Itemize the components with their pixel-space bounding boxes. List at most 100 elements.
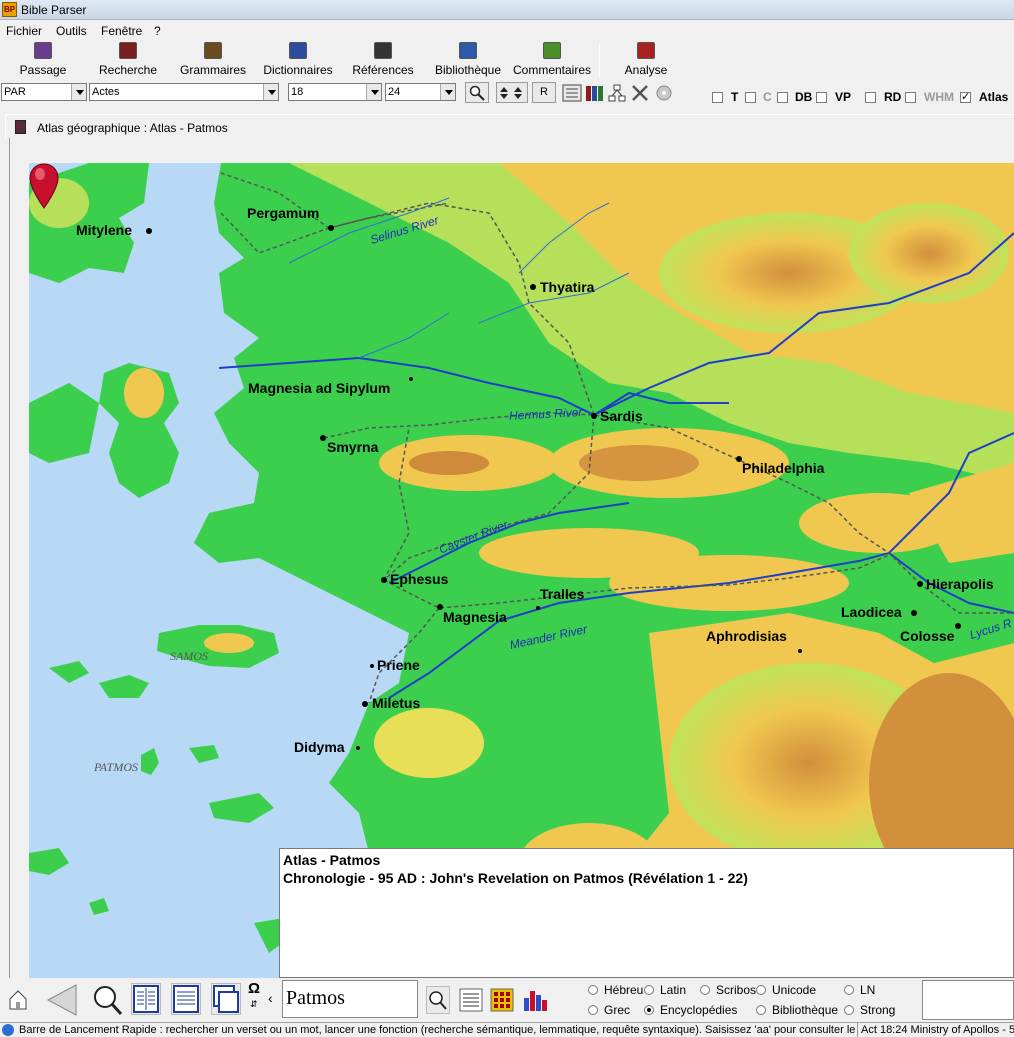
city-label: Sardis [600,408,643,424]
radio-hebreu[interactable] [588,985,598,995]
radio-encyclopedies[interactable] [644,1005,654,1015]
checkbox-rd-label: RD [884,90,902,104]
bibliotheque-label: Bibliothèque [434,63,502,77]
version-combo[interactable]: PAR [1,83,87,101]
passage-button[interactable]: Passage [14,42,72,78]
radio-grec[interactable] [588,1005,598,1015]
prev-next-spinner[interactable] [496,82,528,103]
atlas-window-title: Atlas géographique : Atlas - Patmos [37,121,228,135]
chevron-down-icon[interactable] [71,84,86,100]
commentaires-button[interactable]: Commentaires [511,42,593,78]
city-label: Colosse [900,628,955,644]
radio-ln-label: LN [860,983,876,997]
bibliotheque-button[interactable]: Bibliothèque [431,42,505,78]
chapter-combo[interactable]: 18 [288,83,382,101]
tool-icons-strip [562,84,672,102]
location-pin-icon[interactable] [29,163,59,209]
checkbox-atlas[interactable] [960,90,971,103]
menu-fichier[interactable]: Fichier [6,24,42,38]
radio-bibliotheque[interactable] [756,1005,766,1015]
text-grid-icon[interactable] [459,988,483,1012]
home-button[interactable] [6,983,32,1015]
zoom-button[interactable] [92,983,124,1016]
chevron-down-icon[interactable] [366,84,381,100]
chevron-down-icon[interactable] [263,84,278,100]
view-windows-button[interactable] [211,983,241,1015]
chevron-down-icon[interactable] [440,84,455,100]
status-divider [857,1023,858,1037]
checkbox-db[interactable] [777,92,788,103]
checkbox-vp[interactable] [816,92,827,103]
bible-parser-icon: BP [2,2,17,17]
city-label: Mitylene [76,222,133,238]
selector-bar: PAR Actes 18 24 R [0,80,1014,106]
analyse-label: Analyse [624,63,668,77]
version-value: PAR [4,86,26,98]
checkbox-t[interactable] [712,92,723,103]
checkbox-rd[interactable] [865,92,876,103]
secondary-input[interactable] [922,980,1014,1020]
radio-strong[interactable] [844,1005,854,1015]
radio-ln[interactable] [844,985,854,995]
magnifier-icon [429,991,447,1010]
city-label: Pergamum [247,205,320,221]
columns-icon[interactable] [562,84,582,102]
chronology-link[interactable]: Chronologie - 95 AD : John's Revelation … [283,870,748,886]
patmos-island [141,748,159,775]
home-icon [9,990,27,1010]
swap-icon[interactable]: ⇵ [250,999,258,1010]
radio-latin-label: Latin [660,983,687,997]
checkbox-t-label: T [731,90,739,104]
atlas-info-panel[interactable]: Atlas - Patmos Chronologie - 95 AD : Joh… [279,848,1014,978]
main-toolbar: Passage Recherche Grammaires Dictionnair… [0,40,1014,80]
verse-value: 24 [388,86,401,98]
go-search-button[interactable] [465,82,489,103]
checkbox-c[interactable] [745,92,756,103]
view-two-columns-button[interactable] [131,983,161,1015]
city-label: Aphrodisias [706,628,787,644]
bar-chart-icon[interactable] [524,991,547,1011]
dictionnaires-button[interactable]: Dictionnaires [260,42,336,78]
radio-scribos[interactable] [700,985,710,995]
book-icon [34,42,52,59]
city-label: Ephesus [390,571,449,587]
radio-latin[interactable] [644,985,654,995]
books-icon[interactable] [586,86,603,101]
book-combo[interactable]: Actes [89,83,279,101]
view-one-column-button[interactable] [171,983,201,1015]
disc-icon[interactable] [656,85,672,101]
recherche-button[interactable]: Recherche [95,42,161,78]
tree-icon[interactable] [608,84,626,102]
analyse-button[interactable]: Analyse [620,42,672,78]
grammaires-button[interactable]: Grammaires [177,42,249,78]
radio-bibliotheque-label: Bibliothèque [772,1003,839,1017]
radio-strong-label: Strong [860,1003,896,1017]
quick-search-input[interactable]: Patmos [282,980,418,1018]
chevron-left-icon[interactable]: ‹ [268,990,273,1006]
verse-combo[interactable]: 24 [385,83,456,101]
references-button[interactable]: Références [349,42,417,78]
references-label: Références [352,63,414,77]
menu-outils[interactable]: Outils [56,24,87,38]
magnifier-icon [119,42,137,59]
tools-icon[interactable] [632,85,648,101]
quick-search-button[interactable] [426,986,450,1014]
dictionary-icon [289,42,307,59]
menu-help[interactable]: ? [154,24,161,38]
back-button[interactable] [44,983,82,1016]
analyse-icon [637,42,655,59]
city-label: Priene [377,657,420,673]
matrix-icon[interactable] [490,988,514,1012]
checkbox-atlas-label: Atlas [979,90,1009,104]
omega-icon[interactable]: Ω [248,980,260,997]
info-icon [2,1024,14,1036]
checkbox-whm[interactable] [905,92,916,103]
r-button[interactable]: R [532,82,556,103]
checkbox-whm-label: WHM [924,90,954,104]
city-label: Miletus [372,695,421,711]
menu-fenetre[interactable]: Fenêtre [101,24,142,38]
menu-bar: Fichier Outils Fenêtre ? [0,21,1014,40]
atlas-window-titlebar[interactable]: Atlas géographique : Atlas - Patmos [5,114,1014,138]
radio-unicode[interactable] [756,985,766,995]
atlas-window-icon [15,120,26,134]
